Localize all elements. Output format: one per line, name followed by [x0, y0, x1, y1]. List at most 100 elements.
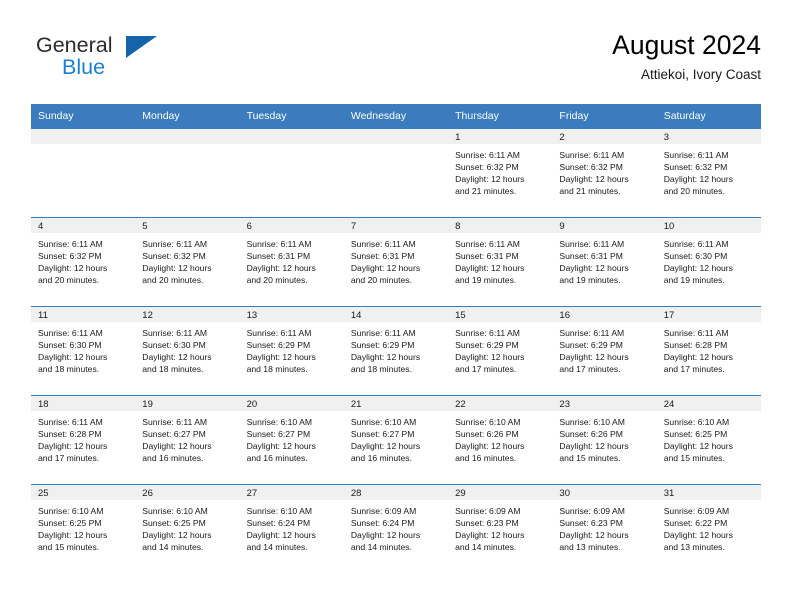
sunrise-text: Sunrise: 6:10 AM [246, 417, 313, 427]
calendar-day-cell[interactable]: 21 Sunrise: 6:10 AM Sunset: 6:27 PM Dayligh… [343, 395, 449, 485]
day-details: Sunrise: 6:10 AM Sunset: 6:25 PM Daylight:… [31, 500, 135, 553]
sunset-text: Sunset: 6:31 PM [559, 251, 623, 262]
daylight-text-line1: Daylight: 12 hours [142, 352, 212, 363]
page-header: General Blue August 2024 Attiekoi, Ivory… [31, 28, 761, 96]
sunset-text: Sunset: 6:32 PM [142, 251, 206, 262]
calendar-day-cell[interactable]: 25 Sunrise: 6:10 AM Sunset: 6:25 PM Dayligh… [31, 484, 136, 573]
sunrise-text: Sunrise: 6:11 AM [663, 239, 729, 249]
calendar-day-cell[interactable]: 5 Sunrise: 6:11 AM Sunset: 6:32 PM Daylight… [135, 217, 240, 307]
calendar-day-cell[interactable]: 9 Sunrise: 6:11 AM Sunset: 6:31 PM Daylight… [552, 217, 657, 307]
calendar-day-cell[interactable]: 30 Sunrise: 6:09 AM Sunset: 6:23 PM Dayligh… [552, 484, 657, 573]
daylight-text-line2: and 18 minutes. [350, 364, 412, 375]
day-details: Sunrise: 6:11 AM Sunset: 6:30 PM Daylight:… [135, 322, 239, 375]
day-number: 16 [552, 307, 657, 322]
calendar-day-cell[interactable]: 26 Sunrise: 6:10 AM Sunset: 6:25 PM Dayligh… [135, 484, 240, 573]
day-details: Sunrise: 6:11 AM Sunset: 6:29 PM Daylight:… [552, 322, 656, 375]
calendar-day-cell[interactable]: 15 Sunrise: 6:11 AM Sunset: 6:29 PM Dayligh… [448, 306, 553, 396]
daylight-text-line2: and 16 minutes. [350, 453, 412, 464]
calendar-day-cell[interactable]: 2 Sunrise: 6:11 AM Sunset: 6:32 PM Daylight… [552, 128, 657, 218]
calendar-day-cell[interactable]: 8 Sunrise: 6:11 AM Sunset: 6:31 PM Daylight… [448, 217, 553, 307]
calendar-day-cell[interactable]: 22 Sunrise: 6:10 AM Sunset: 6:26 PM Dayligh… [448, 395, 553, 485]
daylight-text-line1: Daylight: 12 hours [246, 352, 316, 363]
day-number: 26 [135, 485, 240, 500]
sunset-text: Sunset: 6:31 PM [246, 251, 311, 262]
blue-triangle-icon [126, 36, 157, 58]
day-number: 21 [343, 396, 449, 411]
day-number: 13 [239, 307, 344, 322]
calendar-day-cell[interactable]: 28 Sunrise: 6:09 AM Sunset: 6:24 PM Dayligh… [343, 484, 449, 573]
calendar-day-cell[interactable]: 12 Sunrise: 6:11 AM Sunset: 6:30 PM Dayligh… [135, 306, 240, 396]
day-details: Sunrise: 6:10 AM Sunset: 6:27 PM Daylight:… [240, 411, 344, 464]
sunrise-text: Sunrise: 6:09 AM [559, 506, 625, 516]
calendar-day-cell[interactable]: 20 Sunrise: 6:10 AM Sunset: 6:27 PM Dayligh… [239, 395, 344, 485]
calendar-page: General Blue August 2024 Attiekoi, Ivory… [0, 0, 792, 612]
daylight-text-line1: Daylight: 12 hours [142, 530, 212, 541]
day-number [135, 129, 240, 144]
weekday-header-wednesday: Wednesday [343, 104, 449, 129]
day-details: Sunrise: 6:10 AM Sunset: 6:24 PM Daylight:… [240, 500, 344, 553]
daylight-text-line2: and 20 minutes. [246, 275, 308, 286]
day-number: 14 [343, 307, 449, 322]
calendar-day-cell[interactable]: 29 Sunrise: 6:09 AM Sunset: 6:23 PM Dayligh… [448, 484, 553, 573]
calendar-day-cell[interactable]: 23 Sunrise: 6:10 AM Sunset: 6:26 PM Dayligh… [552, 395, 657, 485]
sunrise-text: Sunrise: 6:11 AM [142, 417, 208, 427]
day-details: Sunrise: 6:11 AM Sunset: 6:28 PM Daylight:… [31, 411, 135, 464]
day-details: Sunrise: 6:11 AM Sunset: 6:32 PM Daylight:… [552, 144, 656, 197]
calendar-day-cell[interactable]: 13 Sunrise: 6:11 AM Sunset: 6:29 PM Dayligh… [239, 306, 344, 396]
sunrise-text: Sunrise: 6:09 AM [663, 506, 730, 516]
sunset-text: Sunset: 6:25 PM [142, 518, 206, 529]
daylight-text-line2: and 19 minutes. [663, 275, 725, 286]
day-details: Sunrise: 6:11 AM Sunset: 6:32 PM Daylight:… [135, 233, 239, 286]
sunset-text: Sunset: 6:28 PM [663, 340, 728, 351]
daylight-text-line1: Daylight: 12 hours [38, 263, 108, 274]
daylight-text-line1: Daylight: 12 hours [455, 263, 525, 274]
daylight-text-line2: and 21 minutes. [455, 186, 517, 197]
calendar-day-cell-empty [343, 128, 449, 218]
day-number: 3 [656, 129, 761, 144]
calendar-day-cell[interactable]: 24 Sunrise: 6:10 AM Sunset: 6:25 PM Dayligh… [656, 395, 761, 485]
day-details: Sunrise: 6:09 AM Sunset: 6:22 PM Daylight:… [657, 500, 761, 553]
calendar-day-cell[interactable]: 6 Sunrise: 6:11 AM Sunset: 6:31 PM Daylight… [239, 217, 344, 307]
daylight-text-line2: and 14 minutes. [142, 542, 204, 553]
daylight-text-line2: and 20 minutes. [38, 275, 100, 286]
calendar-day-cell[interactable]: 27 Sunrise: 6:10 AM Sunset: 6:24 PM Dayligh… [239, 484, 344, 573]
calendar-day-cell[interactable]: 31 Sunrise: 6:09 AM Sunset: 6:22 PM Dayligh… [656, 484, 761, 573]
day-number: 11 [31, 307, 136, 322]
day-details: Sunrise: 6:11 AM Sunset: 6:29 PM Daylight:… [344, 322, 448, 375]
calendar-day-cell[interactable]: 1 Sunrise: 6:11 AM Sunset: 6:32 PM Daylight… [448, 128, 553, 218]
day-number [31, 129, 136, 144]
sunset-text: Sunset: 6:25 PM [663, 429, 728, 440]
day-number: 28 [343, 485, 449, 500]
daylight-text-line2: and 17 minutes. [455, 364, 517, 375]
sunset-text: Sunset: 6:27 PM [142, 429, 206, 440]
calendar-day-cell[interactable]: 4 Sunrise: 6:11 AM Sunset: 6:32 PM Daylight… [31, 217, 136, 307]
calendar-day-cell[interactable]: 18 Sunrise: 6:11 AM Sunset: 6:28 PM Dayligh… [31, 395, 136, 485]
day-number: 7 [343, 218, 449, 233]
calendar-day-cell[interactable]: 14 Sunrise: 6:11 AM Sunset: 6:29 PM Dayligh… [343, 306, 449, 396]
brand-logo[interactable]: General Blue [31, 32, 261, 90]
day-number: 6 [239, 218, 344, 233]
sunrise-text: Sunrise: 6:11 AM [559, 150, 625, 160]
calendar-day-cell[interactable]: 11 Sunrise: 6:11 AM Sunset: 6:30 PM Dayligh… [31, 306, 136, 396]
sunset-text: Sunset: 6:24 PM [350, 518, 415, 529]
daylight-text-line1: Daylight: 12 hours [663, 441, 733, 452]
page-subtitle: Attiekoi, Ivory Coast [640, 67, 761, 82]
daylight-text-line2: and 14 minutes. [455, 542, 517, 553]
daylight-text-line2: and 14 minutes. [246, 542, 308, 553]
day-details: Sunrise: 6:11 AM Sunset: 6:32 PM Daylight:… [448, 144, 552, 197]
day-number: 1 [448, 129, 553, 144]
calendar-day-cell[interactable]: 17 Sunrise: 6:11 AM Sunset: 6:28 PM Dayligh… [656, 306, 761, 396]
day-details: Sunrise: 6:11 AM Sunset: 6:30 PM Daylight:… [657, 233, 761, 286]
calendar-day-cell[interactable]: 19 Sunrise: 6:11 AM Sunset: 6:27 PM Dayligh… [135, 395, 240, 485]
day-details: Sunrise: 6:11 AM Sunset: 6:31 PM Daylight:… [344, 233, 448, 286]
sunset-text: Sunset: 6:28 PM [38, 429, 102, 440]
day-number: 31 [656, 485, 761, 500]
sunrise-text: Sunrise: 6:09 AM [455, 506, 521, 516]
day-number: 8 [448, 218, 553, 233]
sunset-text: Sunset: 6:32 PM [455, 162, 519, 173]
calendar-day-cell[interactable]: 16 Sunrise: 6:11 AM Sunset: 6:29 PM Dayligh… [552, 306, 657, 396]
sunrise-text: Sunrise: 6:10 AM [455, 417, 521, 427]
calendar-day-cell[interactable]: 3 Sunrise: 6:11 AM Sunset: 6:32 PM Daylight… [656, 128, 761, 218]
calendar-day-cell[interactable]: 7 Sunrise: 6:11 AM Sunset: 6:31 PM Daylight… [343, 217, 449, 307]
calendar-day-cell[interactable]: 10 Sunrise: 6:11 AM Sunset: 6:30 PM Dayligh… [656, 217, 761, 307]
